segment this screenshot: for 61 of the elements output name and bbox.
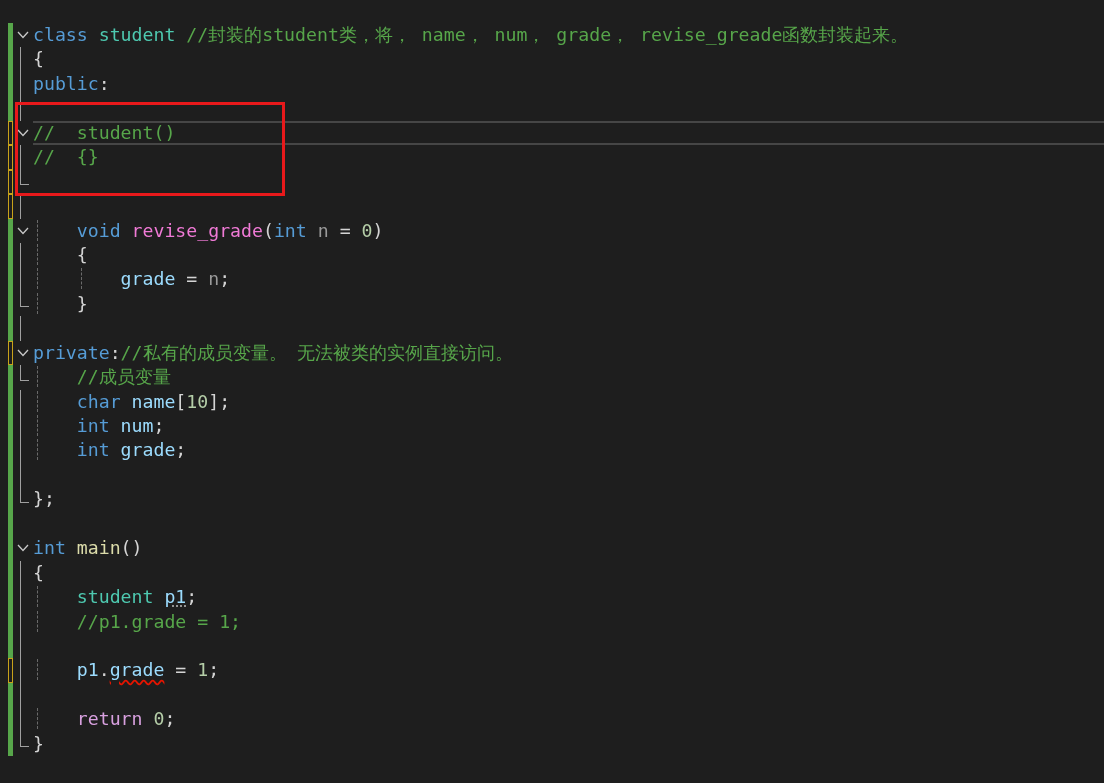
keyword-token: int xyxy=(33,537,66,559)
code-comment: //p1.grade = 1; xyxy=(33,610,242,632)
punctuation: : xyxy=(98,72,110,94)
punctuation: ; xyxy=(153,415,165,436)
punctuation: { xyxy=(33,561,44,583)
parameter-name: n xyxy=(316,219,329,241)
punctuation: = xyxy=(174,659,188,681)
variable-name: grade xyxy=(33,268,176,290)
parameter-name: n xyxy=(208,268,220,290)
punctuation: = xyxy=(185,268,199,290)
collapse-chevron-icon[interactable] xyxy=(17,128,29,137)
punctuation: : xyxy=(109,341,121,363)
variable-name: grade xyxy=(119,439,176,461)
number-literal: 0 xyxy=(361,219,373,241)
number-literal: 0 xyxy=(152,708,165,730)
punctuation: { xyxy=(33,243,88,265)
variable-name: name xyxy=(130,390,176,412)
type-name: student xyxy=(97,24,176,45)
variable-name: p1 xyxy=(33,659,99,681)
variable-name: num xyxy=(119,415,154,436)
punctuation: ; xyxy=(186,586,198,608)
variable-name: grade xyxy=(109,659,165,681)
keyword-token: class xyxy=(33,24,88,45)
variable-name: p1 xyxy=(164,586,187,608)
keyword-token: char xyxy=(33,390,121,412)
keyword-token: return xyxy=(33,708,143,730)
number-literal: 10 xyxy=(186,390,209,412)
code-comment: //封装的student类，将， name， num， grade， revise_greade函数封装起来。 xyxy=(185,24,909,45)
keyword-token: private xyxy=(33,341,110,363)
punctuation: ( xyxy=(262,219,274,241)
collapse-chevron-icon[interactable] xyxy=(17,348,29,357)
punctuation: } xyxy=(33,732,44,754)
keyword-token: int xyxy=(273,219,307,241)
punctuation: { xyxy=(33,48,44,70)
code-comment: //私有的成员变量。 无法被类的实例直接访问。 xyxy=(120,341,514,363)
punctuation: } xyxy=(33,292,88,314)
punctuation: ) xyxy=(372,219,384,241)
keyword-token: public xyxy=(33,72,99,94)
type-name: student xyxy=(33,586,165,608)
collapse-chevron-icon[interactable] xyxy=(17,544,29,553)
keyword-token: int xyxy=(33,415,110,436)
punctuation: ; xyxy=(208,659,220,681)
punctuation: [ xyxy=(175,390,187,412)
punctuation: }; xyxy=(33,488,55,510)
punctuation: () xyxy=(120,537,143,559)
collapse-chevron-icon[interactable] xyxy=(17,226,29,235)
function-name: revise_grade xyxy=(130,219,263,241)
keyword-token: int xyxy=(33,439,110,461)
punctuation: ; xyxy=(175,439,187,461)
code-comment: //成员变量 xyxy=(33,366,171,388)
code-comment: // student() xyxy=(33,121,176,143)
punctuation: ; xyxy=(219,268,231,290)
code-comment: // {} xyxy=(33,146,99,168)
collapse-chevron-icon[interactable] xyxy=(17,31,29,40)
function-name: main xyxy=(75,537,121,559)
keyword-token: void xyxy=(33,219,121,241)
punctuation: ; xyxy=(164,708,176,730)
punctuation: = xyxy=(338,219,352,241)
punctuation: . xyxy=(98,659,110,681)
punctuation: ]; xyxy=(208,390,231,412)
number-literal: 1 xyxy=(197,659,209,681)
